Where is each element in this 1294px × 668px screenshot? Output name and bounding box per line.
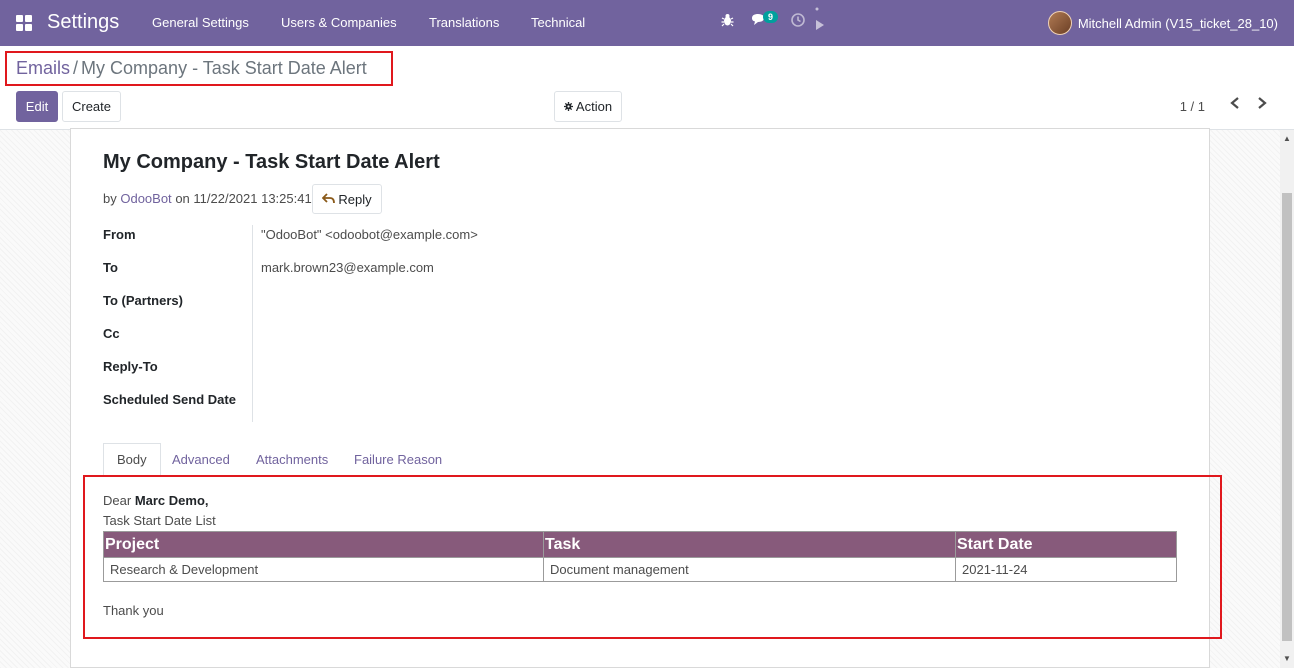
message-date: on 11/22/2021 13:25:41	[175, 191, 312, 206]
field-label-reply-to: Reply-To	[103, 359, 158, 374]
scroll-down-icon[interactable]: ▼	[1283, 654, 1291, 663]
scroll-up-icon[interactable]: ▲	[1283, 134, 1291, 143]
control-panel: Emails / My Company - Task Start Date Aler…	[0, 46, 1294, 130]
user-name: Mitchell Admin (V15_ticket_28_10)	[1077, 15, 1278, 31]
annotation-highlight-breadcrumb	[5, 51, 393, 86]
field-label-scheduled-send-date: Scheduled Send Date	[103, 392, 236, 407]
menu-translations[interactable]: Translations	[429, 15, 499, 30]
form-view-area: My Company - Task Start Date Alert by Od…	[0, 128, 1280, 668]
reply-label: Reply	[338, 191, 372, 207]
reply-button[interactable]: Reply	[312, 184, 382, 214]
field-label-from: From	[103, 227, 136, 242]
field-label-to: To	[103, 260, 118, 275]
field-label-cc: Cc	[103, 326, 120, 341]
field-label-to-partners: To (Partners)	[103, 293, 183, 308]
fields-divider	[252, 225, 253, 422]
menu-technical[interactable]: Technical	[531, 15, 585, 30]
tab-advanced[interactable]: Advanced	[159, 443, 243, 476]
message-byline: by OdooBot on 11/22/2021 13:25:41	[103, 191, 312, 206]
bug-icon[interactable]	[721, 13, 734, 30]
scrollbar-thumb[interactable]	[1282, 193, 1292, 641]
user-menu[interactable]: Mitchell Admin (V15_ticket_28_10)	[1047, 11, 1278, 35]
page-title: My Company - Task Start Date Alert	[103, 151, 440, 173]
clock-icon[interactable]	[791, 13, 805, 30]
apps-grid-icon[interactable]	[16, 15, 32, 31]
edit-button[interactable]: Edit	[16, 91, 58, 122]
avatar	[1047, 11, 1072, 35]
action-label: Action	[575, 99, 613, 114]
field-value-to: mark.brown23@example.com	[261, 260, 434, 275]
tab-attachments[interactable]: Attachments	[243, 443, 341, 476]
action-button[interactable]: Action	[554, 91, 622, 122]
pager-value[interactable]: 1 / 1	[1180, 99, 1205, 114]
byline-prefix: by	[103, 191, 117, 206]
menu-users-companies[interactable]: Users & Companies	[281, 15, 397, 30]
reply-arrow-icon	[322, 192, 336, 207]
field-value-from: "OdooBot" <odoobot@example.com>	[261, 227, 478, 242]
create-button[interactable]: Create	[62, 91, 121, 122]
chevron-right-icon[interactable]	[1255, 95, 1269, 116]
chat-unread-badge: 9	[763, 11, 779, 23]
tab-failure-reason[interactable]: Failure Reason	[341, 443, 455, 476]
menu-general-settings[interactable]: General Settings	[152, 15, 249, 30]
gear-icon	[563, 99, 573, 114]
author-link[interactable]: OdooBot	[120, 191, 171, 206]
vertical-scrollbar[interactable]: ▲ ▼	[1280, 130, 1294, 668]
notebook-tabs: Body Advanced Attachments Failure Reason	[103, 443, 1179, 476]
annotation-highlight-body	[83, 475, 1222, 639]
debug-indicator-icon	[814, 6, 826, 36]
tab-body[interactable]: Body	[103, 443, 161, 476]
app-title[interactable]: Settings	[47, 11, 119, 34]
top-navbar: Settings General Settings Users & Compan…	[0, 0, 1294, 46]
chevron-left-icon[interactable]	[1228, 95, 1242, 116]
